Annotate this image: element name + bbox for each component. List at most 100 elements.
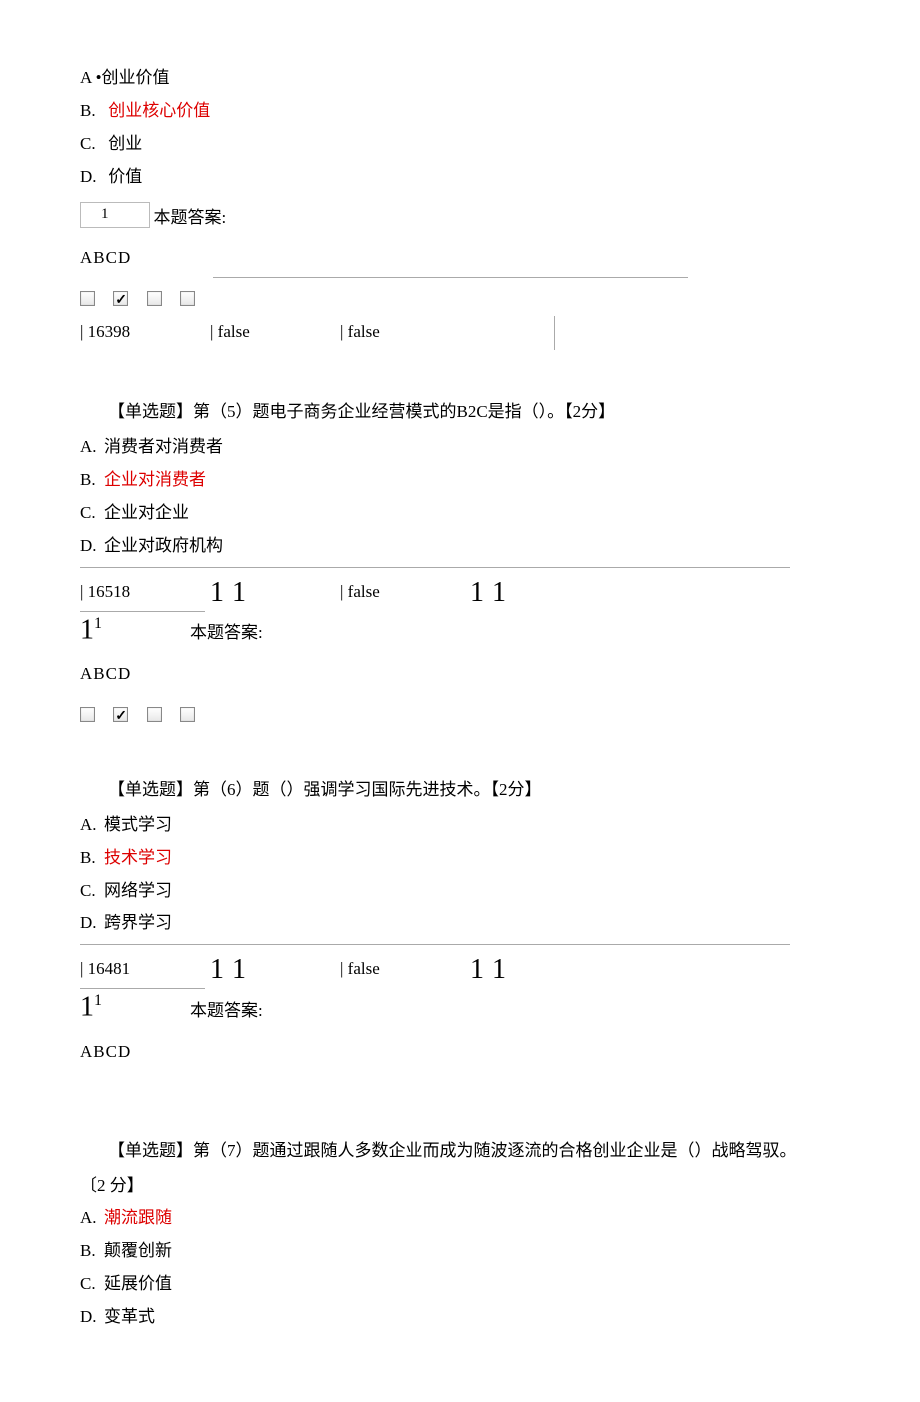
cell-ones-1: 11 — [210, 576, 340, 607]
q5-checkbox-row — [80, 699, 840, 728]
one-a: 1 — [210, 956, 224, 984]
one-d: 1 — [492, 579, 506, 607]
option-label-d: D. — [80, 909, 104, 938]
option-c: C.企业对企业 — [80, 499, 840, 528]
option-label-b: B. — [80, 466, 104, 495]
one-sup: 1 — [94, 992, 102, 1009]
option-label-d: D. — [80, 163, 104, 192]
option-text-c: 企业对企业 — [104, 503, 189, 522]
q6-header: 【单选题】第（6）题（）强调学习国际先进技术。【2分】 — [80, 776, 840, 805]
one-b: 1 — [232, 579, 246, 607]
option-label-a: A. — [80, 1204, 104, 1233]
q6-text: 【单选题】第（6）题（）强调学习国际先进技术。 — [108, 780, 491, 799]
option-text-d: 价值 — [108, 167, 142, 186]
cell-ones-2: 11 — [470, 953, 555, 984]
option-b: B.技术学习 — [80, 844, 840, 873]
option-c: C.网络学习 — [80, 877, 840, 906]
q7-text: 【单选题】第（7）题通过跟随人多数企业而成为随波逐流的合格创业企业是（）战略驾驭… — [108, 1141, 797, 1160]
option-text-b: 企业对消费者 — [104, 470, 206, 489]
q5: 【单选题】第（5）题电子商务企业经营模式的B2C是指（）。【2分】 A.消费者对… — [80, 398, 840, 728]
cell-id: | 16518 — [80, 576, 210, 607]
cell-id: | 16398 — [80, 316, 210, 350]
option-d: D.变革式 — [80, 1303, 840, 1332]
checkbox-a[interactable] — [80, 291, 95, 306]
cell-false: | false — [340, 953, 470, 984]
checkbox-d[interactable] — [180, 291, 195, 306]
option-a: A •创业价值 — [80, 64, 840, 93]
option-label-c: C. — [80, 1270, 104, 1299]
one-big: 1 — [80, 614, 94, 645]
option-b: B.企业对消费者 — [80, 466, 840, 495]
checkbox-b[interactable] — [113, 707, 128, 722]
option-b: B.颠覆创新 — [80, 1237, 840, 1266]
cell-false2: | false — [340, 316, 470, 350]
option-a: A.潮流跟随 — [80, 1204, 840, 1233]
option-c: C.延展价值 — [80, 1270, 840, 1299]
q7-header: 【单选题】第（7）题通过跟随人多数企业而成为随波逐流的合格创业企业是（）战略驾驭… — [80, 1137, 840, 1166]
option-text-a: 潮流跟随 — [104, 1208, 172, 1227]
cell-ones-2: 11 — [470, 576, 555, 607]
option-text-c: 延展价值 — [104, 1274, 172, 1293]
q5-text: 【单选题】第（5）题电子商务企业经营模式的B2C是指（）。 — [108, 402, 564, 421]
divider-line — [80, 944, 790, 945]
divider-short — [80, 611, 205, 612]
option-label-b: B. — [80, 844, 104, 873]
option-text-b: 创业核心价值 — [108, 101, 210, 120]
option-a: A.模式学习 — [80, 811, 840, 840]
option-label-a: A • — [80, 68, 102, 87]
option-label-a: A. — [80, 433, 104, 462]
one-d: 1 — [492, 956, 506, 984]
q6-points: 【2分】 — [491, 780, 542, 799]
q5-points: 【2分】 — [564, 402, 615, 421]
q4-options: A •创业价值 B. 创业核心价值 C. 创业 D. 价值 — [80, 64, 840, 192]
option-label-d: D. — [80, 1303, 104, 1332]
abcd-label: ABCD — [80, 244, 840, 273]
checkbox-c[interactable] — [147, 291, 162, 306]
option-text-d: 变革式 — [104, 1307, 155, 1326]
cell-false: | false — [340, 576, 470, 607]
q4-checkbox-row — [80, 283, 840, 312]
cell-id: | 16481 — [80, 953, 210, 984]
option-label-c: C. — [80, 499, 104, 528]
option-label-b: B. — [80, 1237, 104, 1266]
option-text-d: 企业对政府机构 — [104, 536, 223, 555]
one-sup: 1 — [94, 615, 102, 632]
option-label-a: A. — [80, 811, 104, 840]
option-label-d: D. — [80, 532, 104, 561]
checkbox-a[interactable] — [80, 707, 95, 722]
q5-data-row: | 16518 11 | false 11 — [80, 576, 840, 607]
one-b: 1 — [232, 956, 246, 984]
checkbox-b[interactable] — [113, 291, 128, 306]
abcd-label: ABCD — [80, 660, 840, 689]
option-text-a: 消费者对消费者 — [104, 437, 223, 456]
option-label-b: B. — [80, 97, 104, 126]
option-d: D. 价值 — [80, 163, 840, 192]
option-label-c: C. — [80, 877, 104, 906]
checkbox-d[interactable] — [180, 707, 195, 722]
option-a: A.消费者对消费者 — [80, 433, 840, 462]
option-text-b: 技术学习 — [104, 848, 172, 867]
option-label-c: C. — [80, 130, 104, 159]
answer-label: 本题答案: — [190, 997, 263, 1026]
option-d: D.跨界学习 — [80, 909, 840, 938]
checkbox-c[interactable] — [147, 707, 162, 722]
q6-data-row: | 16481 11 | false 11 — [80, 953, 840, 984]
ones-answer: 11 — [80, 614, 102, 649]
q4-data-row: | 16398 | false | false — [80, 316, 840, 350]
one-c: 1 — [470, 579, 484, 607]
cell-ones-1: 11 — [210, 953, 340, 984]
answer-label: 本题答案: — [190, 619, 263, 648]
option-text-d: 跨界学习 — [104, 913, 172, 932]
q4-answer-line: 1本题答案: — [80, 204, 840, 233]
one-a: 1 — [210, 579, 224, 607]
one-big: 1 — [80, 992, 94, 1023]
option-text-c: 创业 — [108, 134, 142, 153]
q5-header: 【单选题】第（5）题电子商务企业经营模式的B2C是指（）。【2分】 — [80, 398, 840, 427]
one-c: 1 — [470, 956, 484, 984]
divider-line — [80, 567, 790, 568]
divider-short — [80, 988, 205, 989]
q6-answer-row: 11 本题答案: — [80, 991, 840, 1026]
answer-label: 本题答案: — [154, 208, 227, 227]
option-d: D.企业对政府机构 — [80, 532, 840, 561]
answer-box: 1 — [80, 202, 150, 228]
